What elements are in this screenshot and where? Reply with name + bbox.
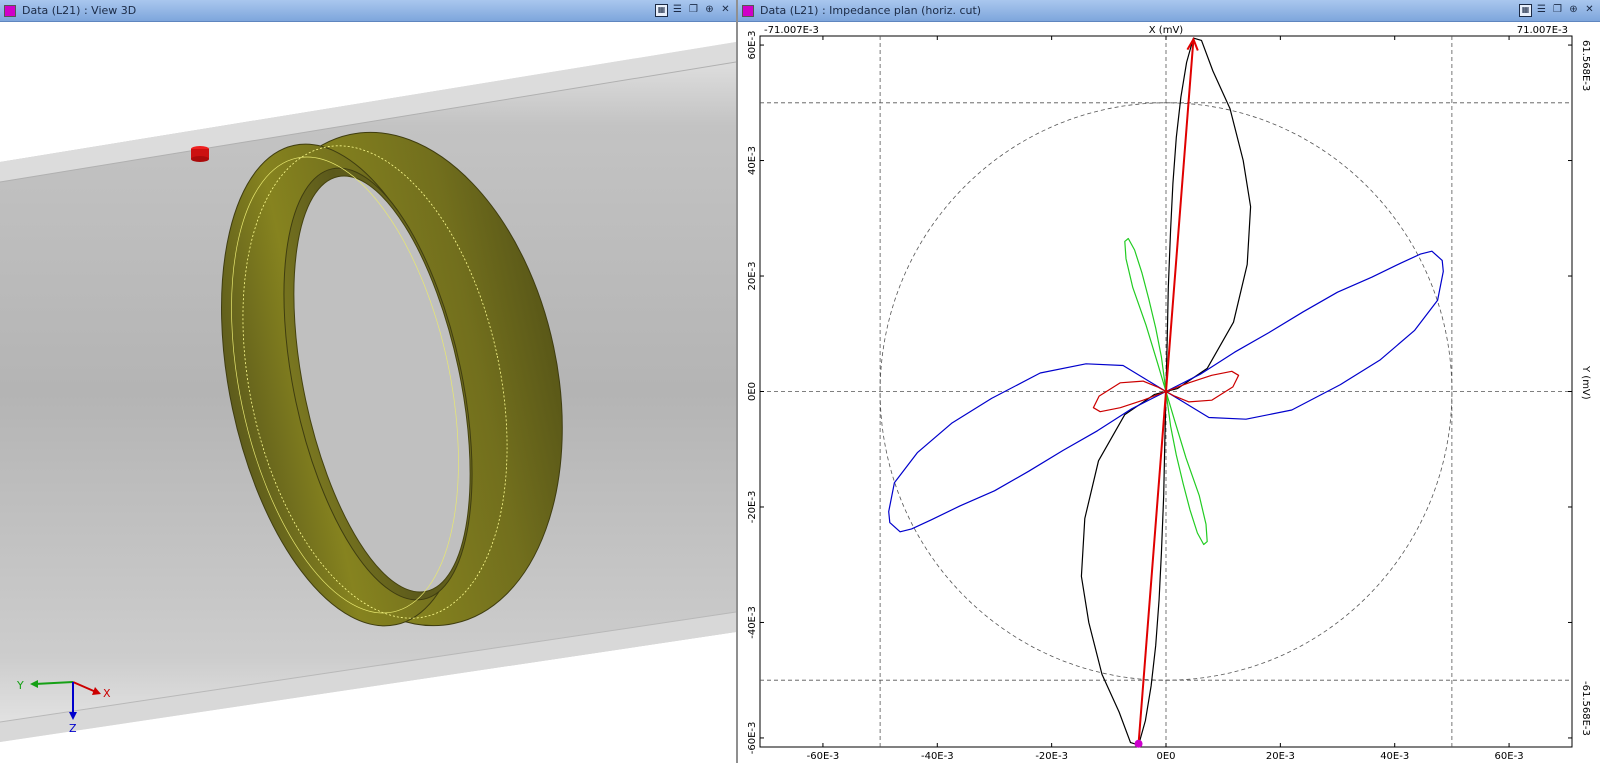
- corner-label-right-top: 61.568E-3: [1580, 40, 1591, 91]
- y-axis-title: Y (mV): [1580, 365, 1591, 400]
- pin-icon[interactable]: ⊕: [703, 4, 716, 17]
- y-tick-label: 0E0: [747, 382, 758, 401]
- phase-vector-origin-dot: [1134, 739, 1143, 748]
- x-tick-label: -40E-3: [921, 751, 954, 762]
- x-tick-label: 20E-3: [1266, 751, 1295, 762]
- view3d-window[interactable]: Data (L21) : View 3D ▦ ☰ ❐ ⊕ ✕ Y X Z: [0, 0, 736, 763]
- restore-icon[interactable]: ❐: [687, 4, 700, 17]
- stack-icon[interactable]: ☰: [671, 4, 684, 17]
- x-tick-label: -60E-3: [807, 751, 840, 762]
- corner-label-right-bottom: -61.568E-3: [1580, 681, 1591, 736]
- y-tick-label: -20E-3: [747, 491, 758, 524]
- axis-y-label: Y: [16, 679, 24, 692]
- restore-icon[interactable]: ❐: [1551, 4, 1564, 17]
- grid-icon[interactable]: ▦: [655, 4, 668, 17]
- x-axis-title: X (mV): [1149, 25, 1184, 36]
- grid-icon[interactable]: ▦: [1519, 4, 1532, 17]
- x-tick-label: 40E-3: [1380, 751, 1409, 762]
- sensor-marker[interactable]: [191, 146, 209, 162]
- pin-icon[interactable]: ⊕: [1567, 4, 1580, 17]
- x-tick-label: -20E-3: [1035, 751, 1068, 762]
- impedance-plot[interactable]: -60E-3 -40E-3 -20E-3 0E0 20E-3 40E-3 60E-3 60E-…: [738, 22, 1600, 763]
- x-tick-label: 0E0: [1156, 751, 1175, 762]
- y-tick-label: 60E-3: [747, 31, 758, 60]
- close-icon[interactable]: ✕: [719, 4, 732, 17]
- corner-label-top-left: -71.007E-3: [764, 25, 819, 36]
- view3d-title: Data (L21) : View 3D: [22, 4, 137, 17]
- axis-z-label: Z: [69, 722, 77, 735]
- corner-label-top-right: 71.007E-3: [1517, 25, 1568, 36]
- axis-x-label: X: [103, 687, 111, 700]
- y-tick-label: 20E-3: [747, 262, 758, 291]
- window-app-icon: [4, 4, 16, 17]
- stack-icon[interactable]: ☰: [1535, 4, 1548, 17]
- y-tick-label: -40E-3: [747, 606, 758, 639]
- impedance-window[interactable]: Data (L21) : Impedance plan (horiz. cut)…: [738, 0, 1600, 763]
- x-tick-label: 60E-3: [1495, 751, 1524, 762]
- y-tick-label: 40E-3: [747, 146, 758, 175]
- close-icon[interactable]: ✕: [1583, 4, 1596, 17]
- y-tick-label: -60E-3: [747, 722, 758, 755]
- view3d-canvas[interactable]: Y X Z: [0, 22, 736, 763]
- view3d-titlebar[interactable]: Data (L21) : View 3D ▦ ☰ ❐ ⊕ ✕: [0, 0, 736, 22]
- impedance-titlebar[interactable]: Data (L21) : Impedance plan (horiz. cut)…: [738, 0, 1600, 22]
- impedance-title: Data (L21) : Impedance plan (horiz. cut): [760, 4, 982, 17]
- window-app-icon: [742, 4, 754, 17]
